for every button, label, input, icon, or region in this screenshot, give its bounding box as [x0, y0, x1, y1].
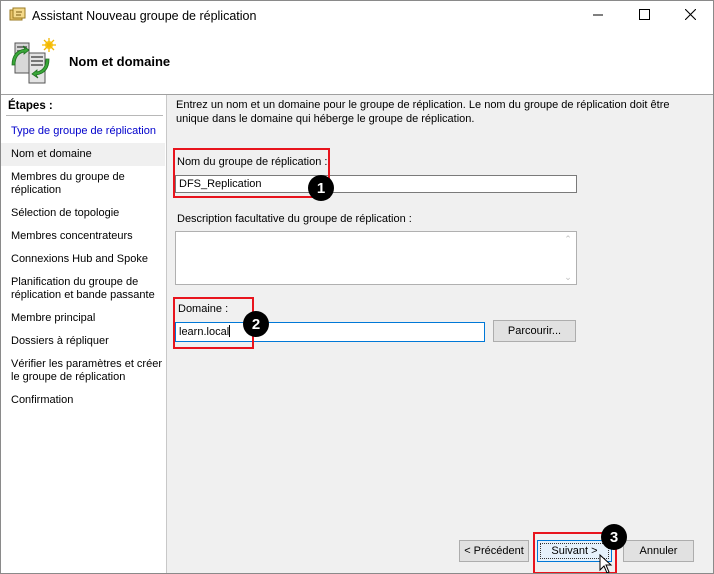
intro-text: Entrez un nom et un domaine pour le grou…: [176, 99, 670, 125]
steps-divider: [6, 115, 163, 116]
page-title: Nom et domaine: [69, 54, 171, 69]
description-label: Description facultative du groupe de rép…: [177, 213, 412, 225]
step-group-members: Membres du groupe de réplication: [11, 171, 125, 196]
minimize-button[interactable]: [575, 1, 621, 31]
maximize-button[interactable]: [621, 1, 667, 31]
step-folders-to-replicate: Dossiers à répliquer: [11, 335, 109, 347]
steps-panel: Étapes : Type de groupe de réplication N…: [1, 95, 167, 573]
wizard-window: Assistant Nouveau groupe de réplication: [0, 0, 714, 574]
step-review-settings: Vérifier les paramètres et créer le grou…: [11, 358, 162, 383]
step-hub-spoke-connections: Connexions Hub and Spoke: [11, 253, 148, 265]
window-title: Assistant Nouveau groupe de réplication: [32, 9, 257, 23]
replication-app-icon: [9, 7, 27, 23]
step-confirmation: Confirmation: [11, 394, 74, 406]
description-field[interactable]: ⌃ ⌄: [175, 231, 577, 285]
wizard-header: Nom et domaine: [1, 31, 713, 95]
previous-button[interactable]: < Précédent: [459, 540, 529, 562]
step-name-and-domain: Nom et domaine: [1, 143, 165, 166]
mouse-cursor-icon: [599, 553, 613, 573]
close-icon: [684, 8, 696, 23]
step-hub-members: Membres concentrateurs: [11, 230, 133, 242]
description-scrollbar[interactable]: ⌃ ⌄: [560, 232, 576, 284]
minimize-icon: [593, 10, 603, 23]
annotation-badge-2: 2: [243, 311, 269, 337]
step-primary-member: Membre principal: [11, 312, 96, 324]
step-topology-selection: Sélection de topologie: [11, 207, 120, 219]
maximize-icon: [638, 9, 650, 23]
browse-button[interactable]: Parcourir...: [493, 320, 576, 342]
annotation-box-domain: [173, 297, 254, 349]
title-bar: Assistant Nouveau groupe de réplication: [1, 1, 713, 31]
annotation-badge-3: 3: [601, 524, 627, 550]
steps-heading: Étapes :: [8, 100, 53, 112]
close-button[interactable]: [667, 1, 713, 31]
scroll-down-icon: ⌄: [564, 272, 572, 282]
replication-server-icon: [9, 37, 59, 87]
scroll-up-icon: ⌃: [564, 234, 572, 244]
annotation-box-group-name: [173, 148, 330, 198]
step-replication-type[interactable]: Type de groupe de réplication: [1, 125, 165, 138]
annotation-badge-1: 1: [308, 175, 334, 201]
cancel-button[interactable]: Annuler: [623, 540, 694, 562]
step-schedule-bandwidth: Planification du groupe de réplication e…: [11, 276, 155, 301]
